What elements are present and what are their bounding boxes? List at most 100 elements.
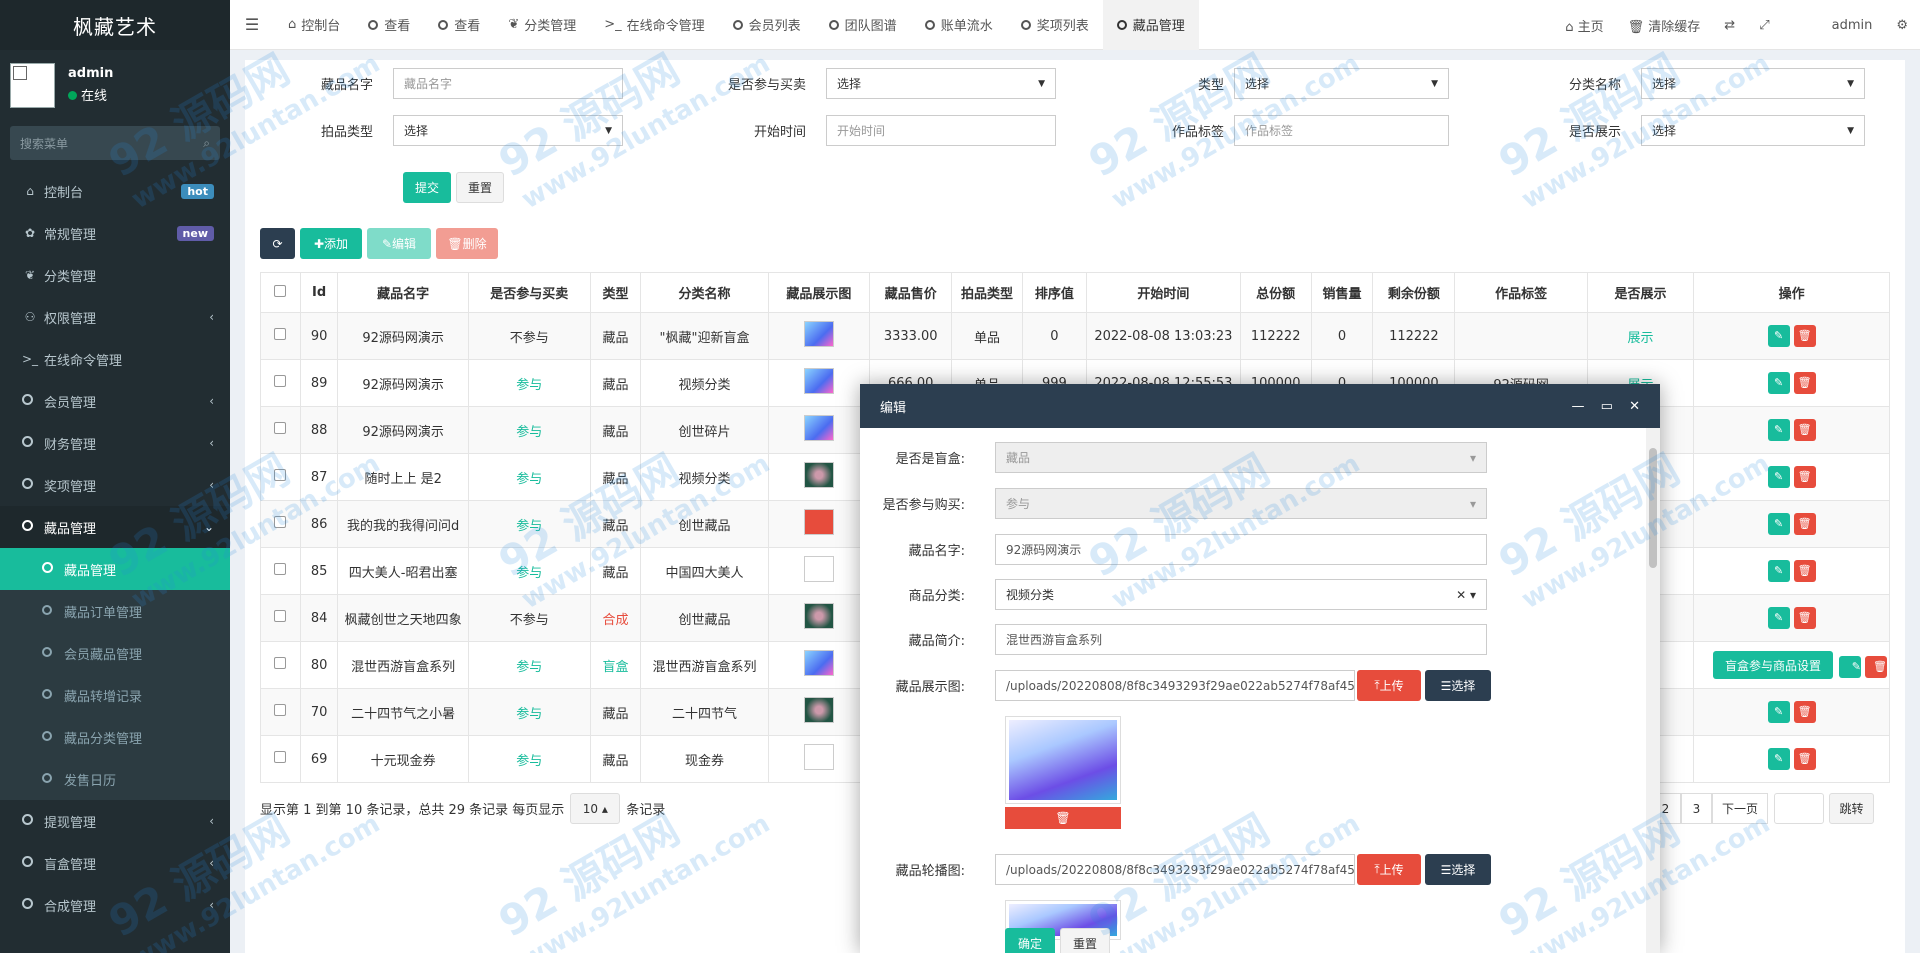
nav-tab[interactable]: 藏品管理 (1102, 0, 1199, 50)
collection-thumbnail[interactable] (803, 744, 834, 770)
sidebar-item[interactable]: >_ 在线命令管理 (0, 338, 230, 380)
sidebar-item[interactable]: 藏品订单管理 (0, 590, 230, 632)
filter-category-select[interactable]: 选择 ▼ (1641, 68, 1865, 99)
filter-submit-button[interactable]: 提交 (403, 172, 451, 203)
column-header[interactable]: Id (299, 272, 339, 313)
remove-image-button[interactable]: 🗑 (1005, 807, 1121, 829)
column-header[interactable]: 销售量 (1310, 272, 1374, 313)
carousel-upload-button[interactable]: ⤒ 上传 (1357, 854, 1421, 885)
column-header[interactable]: 作品标签 (1454, 272, 1588, 313)
clear-cache-button[interactable]: 🗑 清除缓存 (1616, 16, 1713, 35)
fullscreen-icon[interactable]: ⤢ (1747, 18, 1781, 33)
sidebar-item[interactable]: 财务管理 ‹ (0, 422, 230, 464)
row-edit-icon[interactable]: ✎ (1767, 372, 1790, 394)
sidebar-item[interactable]: ✿ 常规管理 new (0, 212, 230, 254)
row-edit-icon[interactable]: ✎ (1767, 419, 1790, 441)
nav-tab[interactable]: 查看 (354, 0, 424, 50)
row-edit-icon[interactable]: ✎ (1767, 466, 1790, 488)
next-page-button[interactable]: 下一页 (1712, 793, 1768, 824)
per-page-select[interactable]: 10 ▴ (570, 793, 621, 824)
sidebar-item[interactable]: 藏品转增记录 (0, 674, 230, 716)
column-header[interactable]: 是否展示 (1586, 272, 1695, 313)
row-edit-icon[interactable]: ✎ (1767, 607, 1790, 629)
collection-thumbnail[interactable] (803, 509, 834, 535)
carousel-input[interactable]: /uploads/20220808/8f8c3493293f29ae022ab5… (995, 854, 1355, 885)
menu-toggle-icon[interactable]: ☰ (230, 15, 274, 34)
sidebar-item[interactable]: 发售日历 (0, 758, 230, 800)
name-input[interactable]: 92源码网演示 (995, 534, 1487, 565)
page-3-button[interactable]: 3 (1681, 793, 1712, 824)
display-upload-button[interactable]: ⤒ 上传 (1357, 670, 1421, 701)
column-header[interactable]: 藏品名字 (337, 272, 469, 313)
row-delete-icon[interactable]: 🗑 (1793, 372, 1816, 394)
row-checkbox[interactable] (274, 751, 287, 763)
column-header[interactable]: 操作 (1693, 272, 1890, 313)
maximize-icon[interactable]: ▭ (1601, 399, 1613, 414)
sidebar-item[interactable]: 会员管理 ‹ (0, 380, 230, 422)
sidebar-item[interactable]: 会员藏品管理 (0, 632, 230, 674)
admin-user-menu[interactable]: admin (1782, 18, 1885, 33)
sidebar-item[interactable]: 藏品分类管理 (0, 716, 230, 758)
row-edit-icon[interactable]: ✎ (1767, 560, 1790, 582)
brand-logo[interactable]: 枫藏艺术 (0, 0, 230, 50)
category-select[interactable]: 视频分类 ✕ ▾ (995, 579, 1487, 610)
column-header[interactable]: 藏品售价 (869, 272, 953, 313)
intro-input[interactable]: 混世西游盲盒系列 (995, 624, 1487, 655)
collection-thumbnail[interactable] (803, 321, 834, 347)
nav-tab[interactable]: 团队图谱 (815, 0, 911, 50)
row-delete-icon[interactable]: 🗑 (1793, 513, 1816, 535)
collection-thumbnail[interactable] (803, 697, 834, 723)
row-checkbox[interactable] (274, 469, 287, 481)
row-checkbox[interactable] (274, 422, 287, 434)
filter-auction-select[interactable]: 选择 ▼ (393, 115, 623, 146)
home-link[interactable]: ⌂ 主页 (1553, 16, 1615, 35)
nav-tab[interactable]: ⌂ 控制台 (274, 0, 354, 50)
sidebar-item[interactable]: ❦ 分类管理 (0, 254, 230, 296)
sidebar-item[interactable]: ⌂ 控制台 hot (0, 170, 230, 212)
menu-search-input[interactable]: 搜索菜单 ⌕ (10, 126, 220, 160)
row-edit-icon[interactable]: ✎ (1767, 748, 1790, 770)
sidebar-item[interactable]: 盲盒管理 ‹ (0, 842, 230, 884)
row-checkbox[interactable] (274, 563, 287, 575)
row-edit-icon[interactable]: ✎ (1767, 325, 1790, 347)
row-delete-icon[interactable]: 🗑 (1793, 325, 1816, 347)
nav-tab[interactable]: ❦ 分类管理 (494, 0, 590, 50)
nav-tab[interactable]: >_ 在线命令管理 (590, 0, 718, 50)
collection-thumbnail[interactable] (803, 603, 834, 629)
edit-button[interactable]: ✎ 编辑 (367, 228, 431, 259)
sidebar-item[interactable]: 提现管理 ‹ (0, 800, 230, 842)
nav-tab[interactable]: 账单流水 (911, 0, 1007, 50)
row-edit-icon[interactable]: ✎ (1767, 701, 1790, 723)
filter-tag-input[interactable]: 作品标签 (1234, 115, 1449, 146)
row-delete-icon[interactable]: 🗑 (1793, 607, 1816, 629)
filter-start-input[interactable]: 开始时间 (826, 115, 1056, 146)
row-checkbox[interactable] (274, 375, 287, 387)
modal-reset-button[interactable]: 重置 (1060, 928, 1110, 953)
filter-buy-select[interactable]: 选择 ▼ (826, 68, 1056, 99)
buy-select[interactable]: 参与 ▾ (995, 488, 1487, 519)
column-header[interactable]: 剩余份额 (1372, 272, 1456, 313)
row-checkbox[interactable] (274, 516, 287, 528)
row-delete-icon[interactable]: 🗑 (1865, 655, 1887, 678)
sidebar-item[interactable]: 藏品管理 ⌄ (0, 506, 230, 548)
row-checkbox[interactable] (274, 704, 287, 716)
blindbox-select[interactable]: 藏品 ▾ (995, 442, 1487, 473)
filter-type-select[interactable]: 选择 ▼ (1234, 68, 1449, 99)
sidebar-item[interactable]: 藏品管理 (0, 548, 230, 590)
sidebar-item[interactable]: ⚇ 权限管理 ‹ (0, 296, 230, 338)
row-delete-icon[interactable]: 🗑 (1793, 748, 1816, 770)
select-all-checkbox[interactable] (274, 284, 287, 297)
nav-tab[interactable]: 会员列表 (719, 0, 815, 50)
modal-scrollbar[interactable] (1646, 428, 1660, 953)
refresh-button[interactable]: ⟳ (260, 228, 295, 259)
modal-submit-button[interactable]: 确定 (1005, 928, 1055, 953)
sidebar-item[interactable]: 奖项管理 ‹ (0, 464, 230, 506)
jump-button[interactable]: 跳转 (1829, 793, 1874, 824)
row-delete-icon[interactable]: 🗑 (1793, 419, 1816, 441)
column-header[interactable]: 开始时间 (1086, 272, 1241, 313)
column-header[interactable]: 类型 (589, 272, 642, 313)
column-header[interactable]: 分类名称 (640, 272, 769, 313)
delete-button[interactable]: 🗑 删除 (436, 228, 498, 259)
collection-thumbnail[interactable] (803, 462, 834, 488)
carousel-choose-button[interactable]: ☰ 选择 (1425, 854, 1491, 885)
